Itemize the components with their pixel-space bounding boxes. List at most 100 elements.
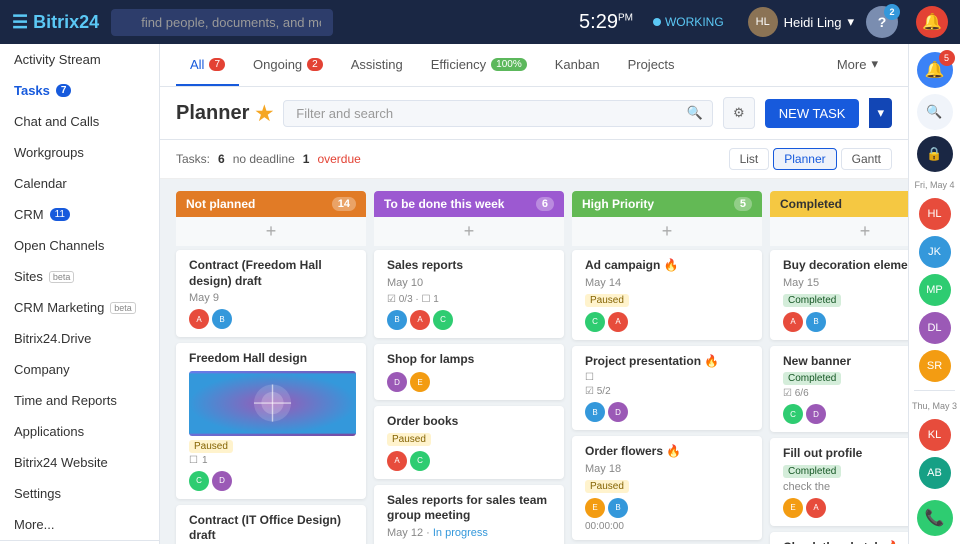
sidebar-item-open-channels[interactable]: Open Channels [0, 230, 159, 261]
planner-header: Planner ★ 🔍 ⚙ NEW TASK ▾ [160, 87, 908, 140]
sidebar-item-company[interactable]: Company [0, 354, 159, 385]
sidebar: Activity Stream Tasks 7 Chat and Calls W… [0, 44, 160, 544]
card-fill-out-profile[interactable]: Fill out profile Completed check the E A [770, 438, 908, 526]
right-panel: 🔔 5 🔍 🔒 Fri, May 4 HL JK MP DL SR Thu, M… [908, 44, 960, 544]
date-fri: Fri, May 4 [912, 178, 956, 192]
column-not-planned: Not planned 14 + Contract (Freedom Hall … [176, 191, 366, 544]
sidebar-item-calendar[interactable]: Calendar [0, 168, 159, 199]
search-input[interactable] [111, 9, 333, 36]
sidebar-item-sites[interactable]: Sites beta [0, 261, 159, 292]
column-completed: Completed 7 + Buy decoration elements Ma… [770, 191, 908, 544]
avatar: B [387, 310, 407, 330]
app-logo: ☰ Bitrix24 [12, 12, 99, 33]
sidebar-item-workgroups[interactable]: Workgroups [0, 137, 159, 168]
card-order-books[interactable]: Order books Paused A C [374, 406, 564, 479]
avatar: A [387, 451, 407, 471]
sidebar-item-applications[interactable]: Applications [0, 416, 159, 447]
sidebar-item-chat[interactable]: Chat and Calls [0, 106, 159, 137]
tabs-bar: All 7 Ongoing 2 Assisting Efficiency 100… [160, 44, 908, 87]
planner-settings-button[interactable]: ⚙ [723, 97, 755, 129]
checkbox-icon: ☐ [189, 455, 198, 466]
card-new-banner[interactable]: New banner Completed ☑ 6/6 C D [770, 346, 908, 433]
tab-assisting[interactable]: Assisting [337, 45, 417, 86]
avatar: C [189, 471, 209, 491]
right-panel-avatar-1[interactable]: HL [919, 198, 951, 230]
notif-badge: 5 [939, 50, 955, 66]
sidebar-item-website[interactable]: Bitrix24 Website [0, 447, 159, 478]
avatar: D [212, 471, 232, 491]
avatar: B [585, 402, 605, 422]
avatar: C [410, 451, 430, 471]
right-panel-avatar-4[interactable]: DL [919, 312, 951, 344]
sidebar-item-activity[interactable]: Activity Stream [0, 44, 159, 75]
avatar: C [783, 404, 803, 424]
filter-input[interactable] [283, 100, 712, 127]
avatar: A [189, 309, 209, 329]
add-card-todo[interactable]: + [374, 217, 564, 246]
new-task-dropdown-button[interactable]: ▾ [869, 98, 892, 128]
search-panel-button[interactable]: 🔍 [917, 94, 953, 130]
card-project-presentation[interactable]: Project presentation 🔥 ☐ ☑ 5/2 B D [572, 346, 762, 431]
sidebar-item-crm[interactable]: CRM 11 [0, 199, 159, 230]
tab-projects[interactable]: Projects [614, 45, 689, 86]
sidebar-item-crm-marketing[interactable]: CRM Marketing beta [0, 292, 159, 323]
column-header-high-priority: High Priority 5 [572, 191, 762, 217]
tab-more[interactable]: More ▾ [823, 44, 892, 86]
notifications-button[interactable]: 🔔 [916, 6, 948, 38]
tab-ongoing[interactable]: Ongoing 2 [239, 45, 337, 86]
avatar: B [608, 498, 628, 518]
avatar: C [433, 310, 453, 330]
add-card-not-planned[interactable]: + [176, 217, 366, 246]
planner-view-button[interactable]: Planner [773, 148, 836, 170]
right-panel-avatar-5[interactable]: SR [919, 350, 951, 382]
add-card-completed[interactable]: + [770, 217, 908, 246]
list-view-button[interactable]: List [729, 148, 770, 170]
crm-badge: 11 [50, 208, 70, 221]
search-icon: 🔍 [926, 104, 942, 120]
right-panel-avatar-6[interactable]: KL [919, 419, 951, 451]
help-button[interactable]: ? 2 [866, 6, 898, 38]
right-panel-avatar-3[interactable]: MP [919, 274, 951, 306]
avatar: D [806, 404, 826, 424]
card-check-sketch[interactable]: Check the sketch 🔥 Completed ☑ 4/4 B C [770, 532, 908, 544]
view-switcher: List Planner Gantt [729, 148, 892, 170]
add-card-high-priority[interactable]: + [572, 217, 762, 246]
sites-beta-badge: beta [49, 271, 75, 283]
card-sales-reports[interactable]: Sales reports May 10 ☑ 0/3 · ☐ 1 B A C [374, 250, 564, 338]
cards-todo: Sales reports May 10 ☑ 0/3 · ☐ 1 B A C S… [374, 250, 564, 544]
card-contract-it[interactable]: Contract (IT Office Design) draft May 17… [176, 505, 366, 544]
sidebar-item-settings[interactable]: Settings [0, 478, 159, 509]
tab-all[interactable]: All 7 [176, 45, 239, 86]
user-menu[interactable]: HL Heidi Ling ▾ [748, 7, 854, 37]
ongoing-badge: 2 [307, 58, 323, 71]
cards-completed: Buy decoration elements May 15 Completed… [770, 250, 908, 544]
star-icon[interactable]: ★ [255, 101, 273, 126]
right-panel-avatar-7[interactable]: AB [919, 457, 951, 489]
card-shop-for-lamps-todo[interactable]: Shop for lamps D E [374, 344, 564, 401]
card-buy-decoration[interactable]: Buy decoration elements May 15 Completed… [770, 250, 908, 340]
new-task-button[interactable]: NEW TASK [765, 99, 860, 128]
sidebar-footer: ⚙ CONFIGURE MENU + INVITE USERS [0, 540, 159, 544]
date-thu: Thu, May 3 [910, 399, 959, 413]
avatar: E [410, 372, 430, 392]
sidebar-item-tasks[interactable]: Tasks 7 [0, 75, 159, 106]
phone-button[interactable]: 📞 [917, 500, 953, 536]
avatar: B [212, 309, 232, 329]
column-header-todo: To be done this week 6 [374, 191, 564, 217]
tab-efficiency[interactable]: Efficiency 100% [417, 45, 541, 86]
tab-kanban[interactable]: Kanban [541, 45, 614, 86]
timer-display: 00:00:00 [585, 521, 752, 532]
card-sales-reports-team[interactable]: Sales reports for sales team group meeti… [374, 485, 564, 544]
notifications-panel-button[interactable]: 🔔 5 [917, 52, 953, 88]
sidebar-item-drive[interactable]: Bitrix24.Drive [0, 323, 159, 354]
right-panel-avatar-2[interactable]: JK [919, 236, 951, 268]
card-contract-freedom[interactable]: Contract (Freedom Hall design) draft May… [176, 250, 366, 337]
gantt-view-button[interactable]: Gantt [841, 148, 892, 170]
sidebar-item-more[interactable]: More... [0, 509, 159, 540]
lock-panel-button[interactable]: 🔒 [917, 136, 953, 172]
all-badge: 7 [209, 58, 225, 71]
sidebar-item-reports[interactable]: Time and Reports [0, 385, 159, 416]
card-order-flowers[interactable]: Order flowers 🔥 May 18 Paused E B 00:00:… [572, 436, 762, 540]
card-ad-campaign[interactable]: Ad campaign 🔥 May 14 Paused C A [572, 250, 762, 340]
card-freedom-hall-design[interactable]: Freedom Hall design Paused ☐ 1 C [176, 343, 366, 499]
